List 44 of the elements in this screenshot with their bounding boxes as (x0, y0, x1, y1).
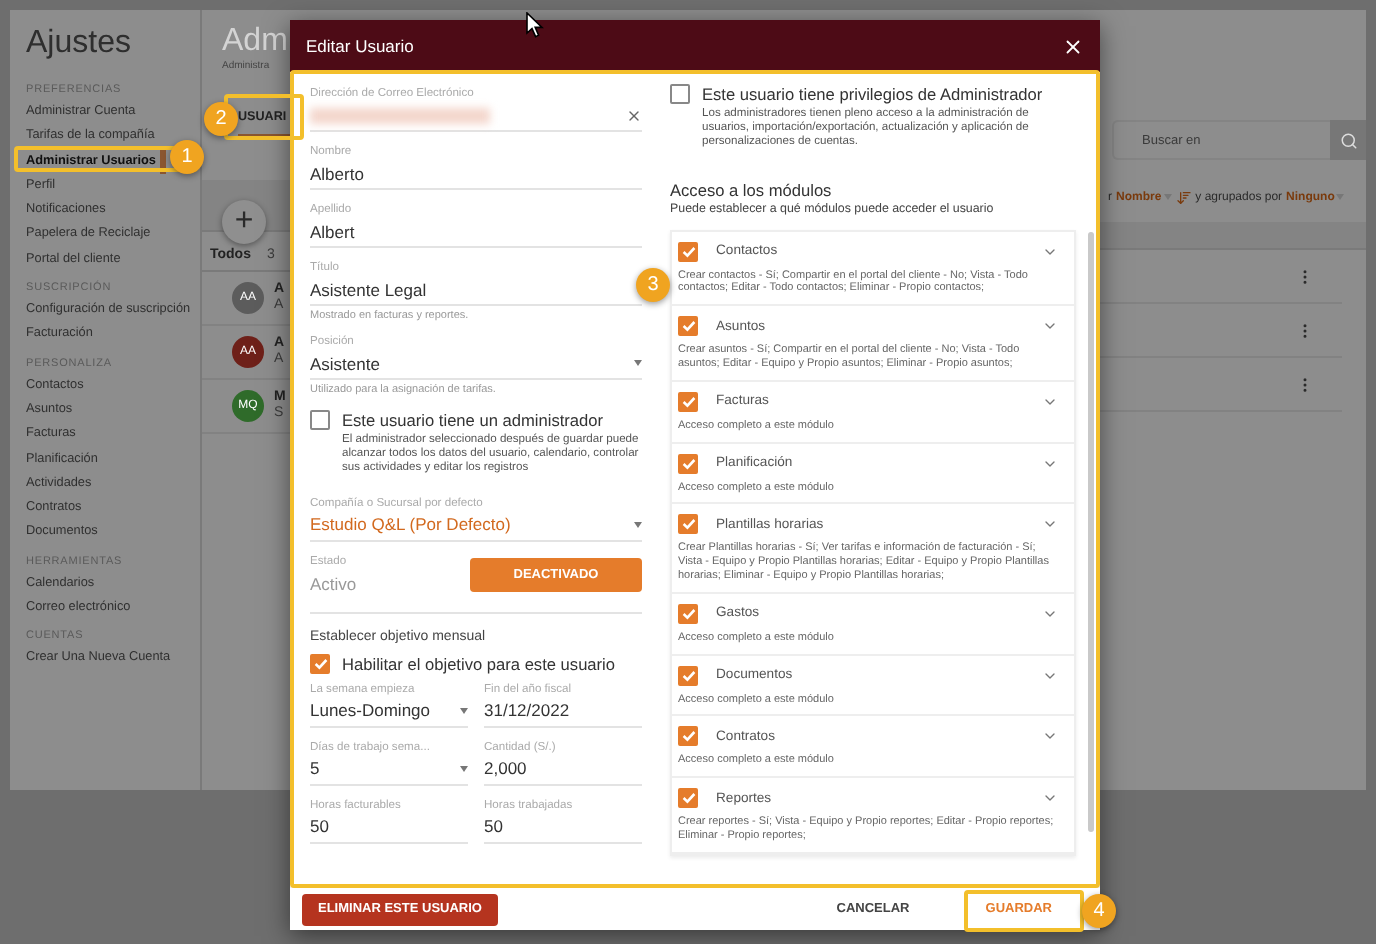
checkbox[interactable] (678, 453, 698, 474)
checkbox-label[interactable]: Habilitar el objetivo para este usuario (342, 653, 616, 674)
checkbox[interactable] (678, 316, 698, 337)
checkbox-label[interactable]: Este usuario tiene privilegios de Administrador (702, 84, 1043, 104)
checkbox[interactable] (678, 241, 698, 262)
search-button[interactable] (1330, 120, 1366, 160)
settings-title: Ajustes (26, 26, 133, 62)
close-button[interactable] (1062, 35, 1084, 57)
page-title: Adm (220, 24, 290, 60)
caret-icon (460, 707, 468, 714)
checkbox[interactable] (670, 84, 690, 104)
select-field[interactable]: Estudio Q&L (Por Defecto) (310, 515, 642, 542)
dialog-title: Editar Usuario (306, 36, 414, 56)
checkbox[interactable] (310, 653, 330, 674)
checkbox[interactable] (678, 788, 698, 809)
caret-icon (634, 521, 642, 528)
scrollbar[interactable] (1088, 232, 1094, 832)
checkbox[interactable] (678, 603, 698, 624)
input-field[interactable]: Albert (310, 222, 642, 248)
checkbox[interactable] (310, 410, 330, 430)
cursor-icon (526, 12, 544, 38)
add-button[interactable]: + (222, 200, 266, 244)
input-field[interactable]: Alberto (310, 164, 642, 190)
search-icon[interactable] (1339, 131, 1357, 149)
clear-icon[interactable] (626, 107, 642, 123)
checkbox[interactable] (678, 391, 698, 412)
checkbox[interactable] (678, 726, 698, 747)
sort-icon[interactable] (1175, 189, 1192, 205)
caret-icon (460, 765, 468, 772)
input-field[interactable]: 50 (484, 817, 642, 844)
checkbox[interactable] (678, 514, 698, 535)
input-field[interactable]: 5 (310, 759, 468, 786)
input-field[interactable]: 31/12/2022 (484, 701, 642, 728)
input-field[interactable]: Lunes-Domingo (310, 701, 468, 728)
checkbox-label[interactable]: Este usuario tiene un administrador (342, 410, 604, 430)
status-value: Activo (310, 573, 359, 594)
section-heading: Acceso a los módulos (670, 179, 834, 200)
input-field[interactable]: Asistente (310, 354, 642, 380)
checkbox[interactable] (678, 665, 698, 686)
input-field[interactable] (310, 106, 642, 132)
caret-icon (634, 360, 642, 366)
input-field[interactable]: 50 (310, 817, 468, 844)
step-marker: 4 (1082, 894, 1116, 928)
input-field[interactable]: 2,000 (484, 759, 642, 786)
